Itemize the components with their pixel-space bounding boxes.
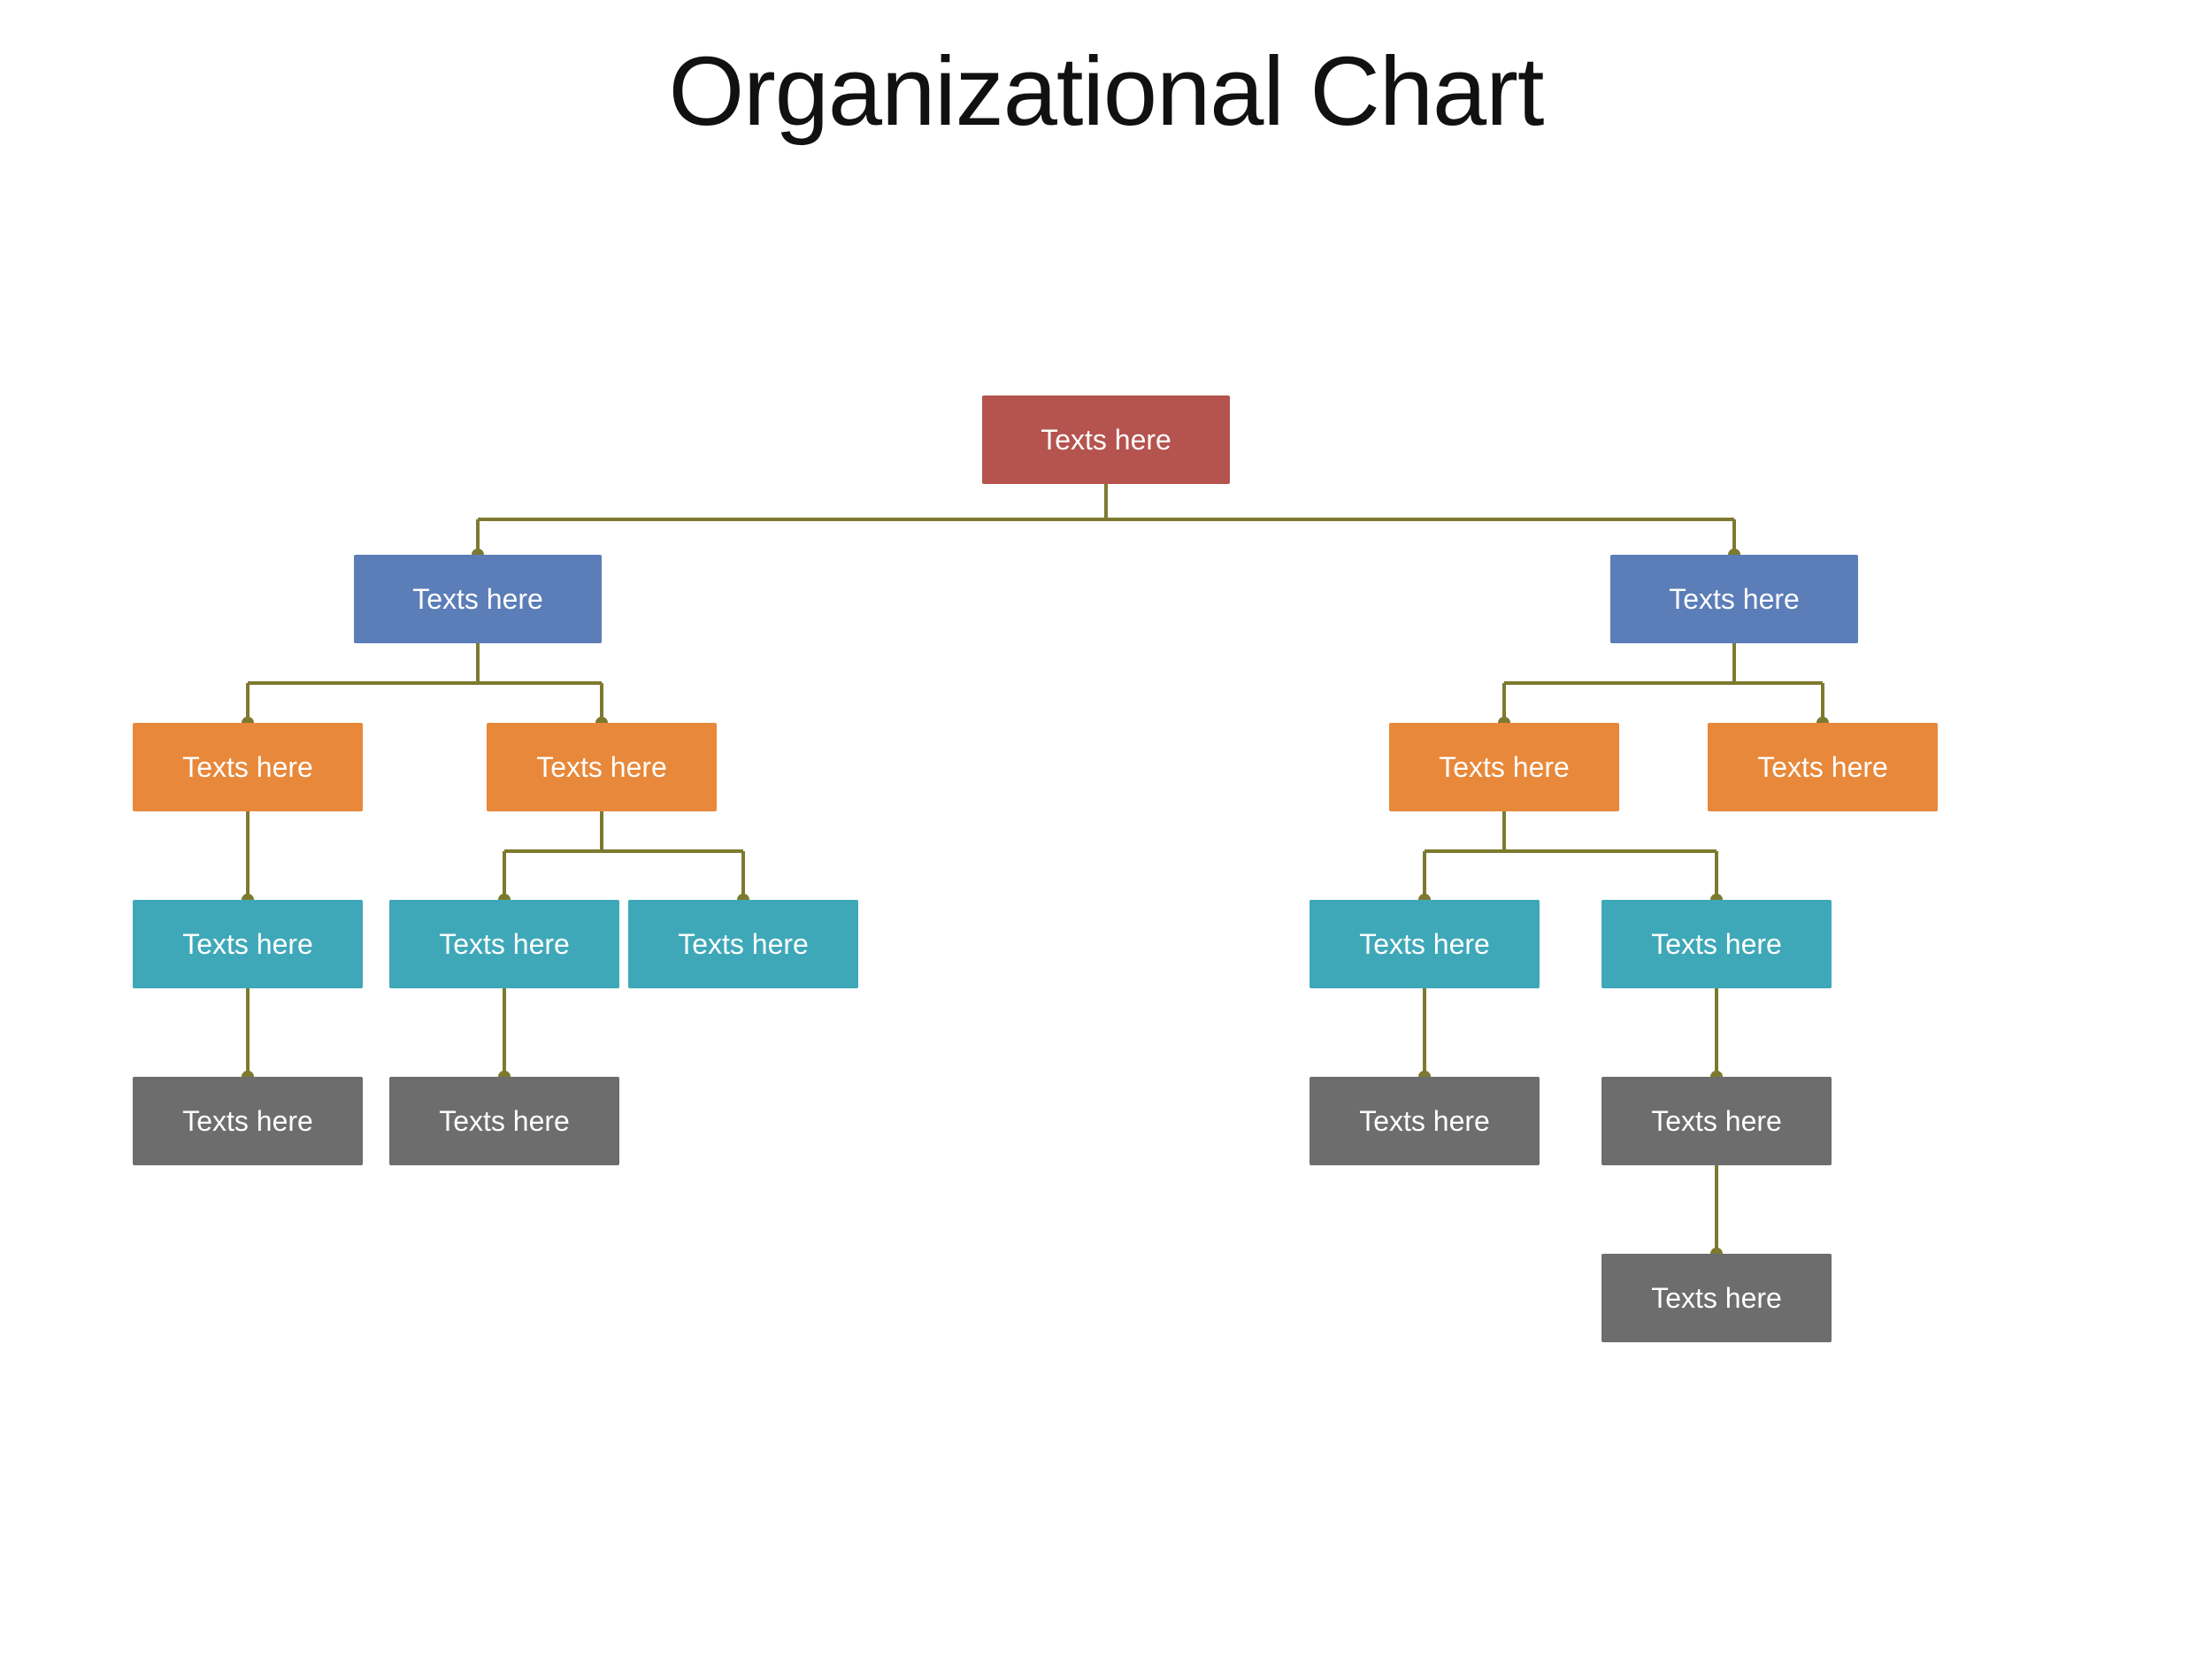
node-l3a: Texts here (133, 723, 363, 811)
node-l5b: Texts here (389, 1077, 619, 1165)
org-chart: Texts here Texts here Texts here Texts h… (44, 201, 2168, 1617)
node-l4a: Texts here (133, 900, 363, 988)
node-l3b: Texts here (487, 723, 717, 811)
node-l5d: Texts here (1601, 1077, 1832, 1165)
node-l6a: Texts here (1601, 1254, 1832, 1342)
node-l2b: Texts here (1610, 555, 1858, 643)
node-l4d: Texts here (1310, 900, 1540, 988)
node-l2a: Texts here (354, 555, 602, 643)
node-l5c: Texts here (1310, 1077, 1540, 1165)
node-root: Texts here (982, 396, 1230, 484)
page-title: Organizational Chart (669, 35, 1544, 148)
node-l5a: Texts here (133, 1077, 363, 1165)
node-l4e: Texts here (1601, 900, 1832, 988)
node-l3c: Texts here (1389, 723, 1619, 811)
node-l4b: Texts here (389, 900, 619, 988)
node-l3d: Texts here (1708, 723, 1938, 811)
node-l4c: Texts here (628, 900, 858, 988)
